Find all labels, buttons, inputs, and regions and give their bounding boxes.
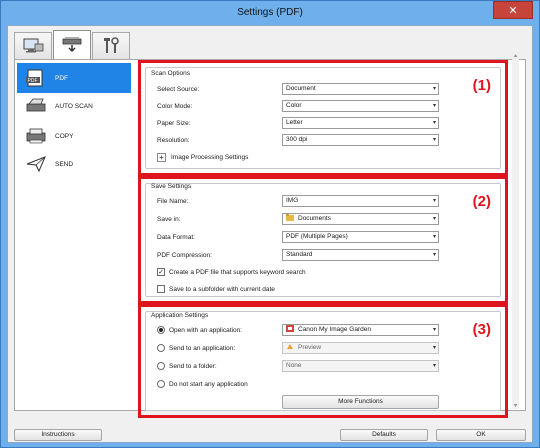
image-processing-settings-label[interactable]: Image Processing Settings: [171, 154, 248, 161]
tab-scan-from-computer[interactable]: [14, 32, 52, 59]
ok-button[interactable]: OK: [436, 429, 526, 441]
paper-size-dropdown[interactable]: Letter ▾: [282, 117, 439, 129]
application-settings-title: Application Settings: [151, 312, 209, 319]
section-number-1: (1): [472, 77, 491, 94]
application-settings-section: Application Settings (3) Open with an ap…: [138, 304, 508, 418]
chevron-down-icon: ▾: [432, 103, 436, 109]
instructions-button[interactable]: Instructions: [14, 429, 102, 441]
sidebar-item-label: AUTO SCAN: [55, 102, 93, 110]
select-source-dropdown[interactable]: Document ▾: [282, 83, 439, 95]
chevron-down-icon: ▾: [432, 120, 436, 126]
select-source-label: Select Source:: [157, 86, 200, 93]
expand-plus-icon[interactable]: +: [157, 153, 166, 162]
preview-app-icon: [287, 344, 293, 349]
save-in-dropdown[interactable]: Documents ▾: [282, 213, 439, 225]
pdf-document-icon: PDF: [23, 67, 49, 89]
checkbox-checked-icon[interactable]: ✓: [157, 268, 165, 276]
resolution-label: Resolution:: [157, 137, 190, 144]
scan-options-section: Scan Options (1) Select Source: Document…: [138, 60, 508, 176]
my-image-garden-app-icon: [286, 325, 294, 332]
sidebar-item-auto-scan[interactable]: AUTO SCAN: [17, 91, 131, 121]
pdf-compression-dropdown[interactable]: Standard ▾: [282, 249, 439, 261]
scan-options-title: Scan Options: [151, 70, 191, 77]
chevron-down-icon: ▾: [432, 327, 436, 333]
file-name-field[interactable]: IMG ▾: [282, 195, 439, 207]
radio-unselected-icon[interactable]: [157, 380, 165, 388]
radio-unselected-icon[interactable]: [157, 344, 165, 352]
send-to-folder-dropdown[interactable]: None ▾: [282, 360, 439, 372]
send-icon: [23, 153, 49, 175]
section-number-2: (2): [472, 193, 491, 210]
sidebar: PDF PDF AUTO SCAN COPY SEND: [16, 61, 134, 410]
data-format-label: Data Format:: [157, 234, 195, 241]
send-to-application-radio[interactable]: Send to an application:: [157, 344, 235, 352]
subfolder-checkbox[interactable]: Save to a subfolder with current date: [157, 285, 275, 293]
resolution-dropdown[interactable]: 300 dpi ▾: [282, 134, 439, 146]
color-mode-dropdown[interactable]: Color ▾: [282, 100, 439, 112]
file-name-label: File Name:: [157, 198, 189, 205]
radio-unselected-icon[interactable]: [157, 362, 165, 370]
vertical-scrollbar[interactable]: [512, 52, 519, 409]
save-in-label: Save in:: [157, 216, 181, 223]
chevron-down-icon: ▾: [432, 345, 436, 351]
svg-text:PDF: PDF: [28, 78, 38, 84]
chevron-down-icon: ▾: [432, 216, 436, 222]
paper-size-label: Paper Size:: [157, 120, 191, 127]
chevron-down-icon: ▾: [432, 198, 436, 204]
tab-strip: [14, 30, 131, 60]
chevron-down-icon: ▾: [432, 137, 436, 143]
send-to-folder-radio[interactable]: Send to a folder:: [157, 362, 217, 370]
radio-selected-icon[interactable]: [157, 326, 165, 334]
tab-general-settings[interactable]: [92, 32, 130, 59]
copy-icon: [23, 125, 49, 147]
tab-scan-from-operation-panel[interactable]: [53, 30, 91, 59]
sidebar-item-pdf[interactable]: PDF PDF: [17, 63, 131, 93]
keyword-search-checkbox[interactable]: ✓ Create a PDF file that supports keywor…: [157, 268, 306, 276]
more-functions-button[interactable]: More Functions: [282, 395, 439, 409]
checkbox-unchecked-icon[interactable]: [157, 285, 165, 293]
chevron-down-icon: ▾: [432, 86, 436, 92]
scan-from-operation-panel-icon: [62, 37, 82, 53]
send-to-application-dropdown[interactable]: Preview ▾: [282, 342, 439, 354]
scan-from-computer-icon: [23, 38, 44, 53]
save-settings-title: Save Settings: [151, 183, 192, 190]
defaults-button[interactable]: Defaults: [340, 429, 428, 441]
section-number-3: (3): [472, 321, 491, 338]
settings-window: Settings (PDF) ✕ PDF PDF AUTO SCAN COPY …: [0, 0, 540, 448]
chevron-down-icon: ▾: [432, 363, 436, 369]
chevron-down-icon: ▾: [432, 234, 436, 240]
sidebar-item-send[interactable]: SEND: [17, 149, 131, 179]
dialog-client-area: PDF PDF AUTO SCAN COPY SEND Scan Options…: [7, 25, 533, 443]
sidebar-item-label: COPY: [55, 132, 74, 140]
open-with-application-dropdown[interactable]: Canon My Image Garden ▾: [282, 324, 439, 336]
general-settings-tools-icon: [104, 37, 119, 53]
save-settings-section: Save Settings (2) File Name: IMG ▾ Save i…: [138, 176, 508, 304]
pdf-compression-label: PDF Compression:: [157, 252, 212, 259]
sidebar-item-label: SEND: [55, 160, 74, 168]
sidebar-item-label: PDF: [55, 74, 68, 82]
color-mode-label: Color Mode:: [157, 103, 193, 110]
open-with-application-radio[interactable]: Open with an application:: [157, 326, 242, 334]
documents-folder-icon: [286, 214, 294, 221]
data-format-dropdown[interactable]: PDF (Multiple Pages) ▾: [282, 231, 439, 243]
chevron-down-icon: ▾: [432, 252, 436, 258]
window-title: Settings (PDF): [237, 7, 303, 18]
sidebar-item-copy[interactable]: COPY: [17, 121, 131, 151]
auto-scan-icon: [23, 95, 49, 117]
window-close-button[interactable]: ✕: [493, 1, 533, 19]
do-not-start-application-radio[interactable]: Do not start any application: [157, 380, 248, 388]
